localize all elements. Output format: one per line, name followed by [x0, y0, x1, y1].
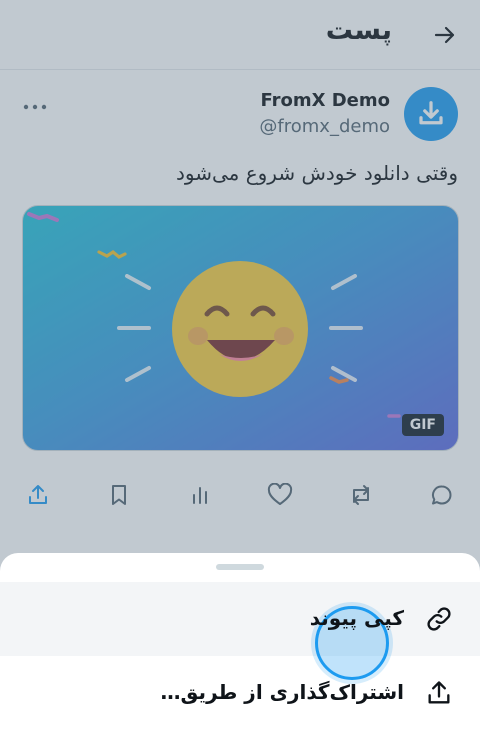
share-via-option[interactable]: اشتراک‌گذاری از طریق…	[0, 656, 480, 730]
share-icon	[424, 678, 454, 708]
share-via-label: اشتراک‌گذاری از طریق…	[160, 680, 404, 704]
sheet-drag-handle[interactable]	[216, 564, 264, 570]
copy-link-label: کپی پیوند	[309, 606, 404, 630]
link-icon	[424, 604, 454, 634]
copy-link-option[interactable]: کپی پیوند	[0, 582, 480, 680]
share-bottom-sheet: کپی پیوند اشتراک‌گذاری از طریق…	[0, 553, 480, 755]
